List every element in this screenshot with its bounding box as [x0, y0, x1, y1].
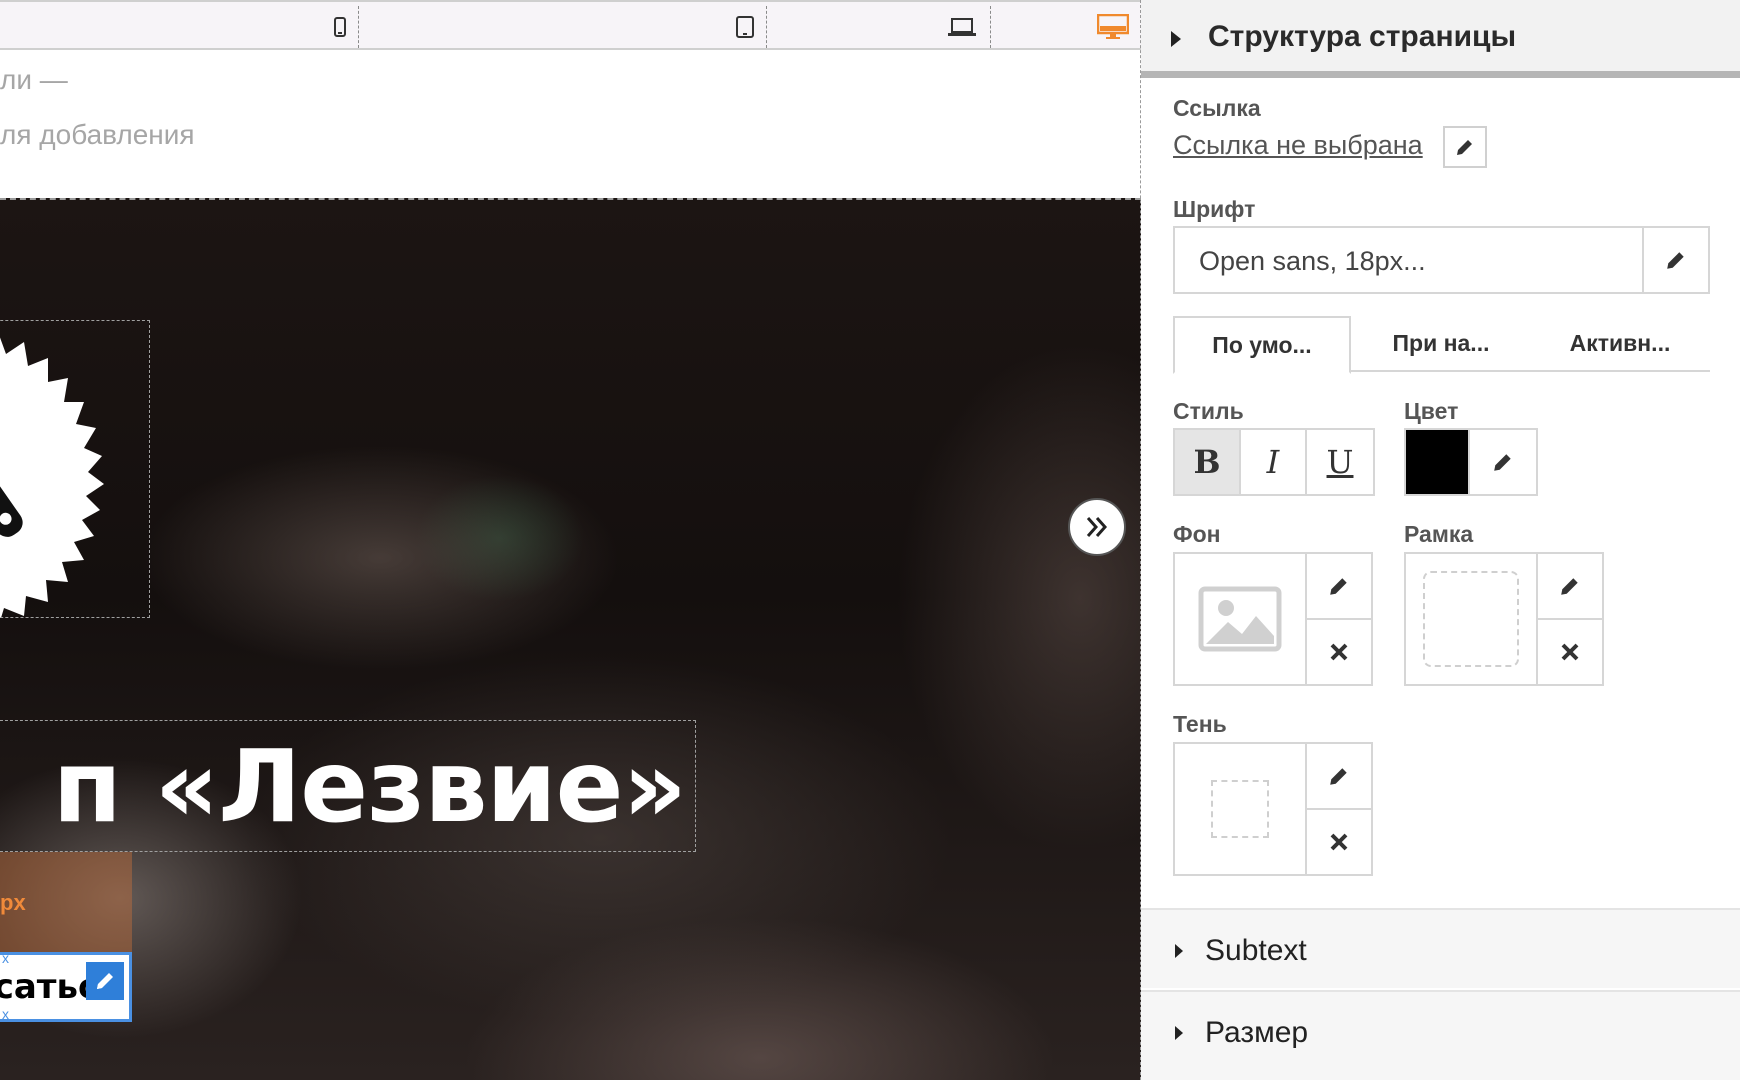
color-edit-button[interactable] [1470, 430, 1536, 494]
underline-button[interactable]: U [1307, 430, 1373, 494]
shadow-actions [1307, 744, 1371, 874]
caret-right-icon [1175, 944, 1183, 958]
pencil-icon [1330, 768, 1347, 785]
text-block[interactable]: ли — ля добавления [0, 52, 1141, 198]
pencil-icon [1561, 578, 1578, 595]
border-actions [1538, 554, 1602, 684]
background-remove-button[interactable] [1307, 620, 1371, 684]
text-style-group: B I U [1173, 428, 1375, 496]
section-label: Размер [1205, 1016, 1309, 1049]
laptop-icon[interactable] [948, 16, 976, 38]
editor-canvas[interactable]: ли — ля добавления п «Лезвие» px саться … [0, 0, 1141, 1080]
state-tabs: По умо... При на... Активн... [1173, 316, 1710, 374]
color-field [1404, 428, 1538, 496]
font-value: Open sans, 18px... [1199, 246, 1426, 276]
caret-right-icon [1175, 1026, 1183, 1040]
font-edit-button[interactable] [1642, 228, 1708, 292]
image-placeholder-icon [1198, 586, 1282, 652]
background-preview[interactable] [1175, 554, 1307, 684]
bold-button[interactable]: B [1175, 430, 1241, 494]
device-separator [990, 6, 991, 48]
hero-title[interactable]: п «Лезвие» [0, 720, 696, 852]
pencil-icon [97, 973, 113, 989]
device-separator [766, 6, 767, 48]
pencil-icon [1457, 140, 1472, 155]
color-label: Цвет [1404, 398, 1459, 424]
border-preview[interactable] [1406, 554, 1538, 684]
tab-default[interactable]: По умо... [1173, 316, 1351, 374]
background-field [1173, 552, 1373, 686]
font-label: Шрифт [1173, 196, 1256, 222]
device-separator [358, 6, 359, 48]
border-label: Рамка [1404, 521, 1474, 547]
panel-title: Структура страницы [1208, 20, 1517, 53]
edit-button[interactable] [86, 962, 124, 1000]
font-field[interactable]: Open sans, 18px... [1173, 226, 1710, 294]
style-label: Стиль [1173, 398, 1244, 424]
color-swatch[interactable] [1406, 430, 1470, 494]
close-icon [1330, 833, 1348, 851]
hero-section[interactable] [0, 198, 1141, 1080]
shadow-preview[interactable] [1175, 744, 1307, 874]
close-icon [1330, 643, 1348, 661]
faded-text-line: ля добавления [0, 119, 195, 150]
shadow-edit-button[interactable] [1307, 744, 1371, 810]
panel-header[interactable]: Структура страницы [1141, 0, 1740, 78]
section-label: Subtext [1205, 934, 1307, 967]
dashed-square-icon [1211, 780, 1269, 838]
link-label: Ссылка [1173, 95, 1261, 121]
shadow-remove-button[interactable] [1307, 810, 1371, 874]
tab-hover[interactable]: При на... [1361, 316, 1521, 372]
dashed-frame-icon [1423, 571, 1519, 667]
phone-icon[interactable] [326, 16, 354, 38]
faded-text-line: ли — [0, 64, 68, 95]
link-edit-button[interactable] [1443, 126, 1487, 168]
logo-frame [0, 320, 150, 618]
background-label: Фон [1173, 521, 1221, 547]
section-boundary [0, 198, 1141, 200]
next-slide-button[interactable] [1068, 498, 1126, 556]
device-toolbar [0, 0, 1141, 50]
link-value[interactable]: Ссылка не выбрана [1173, 130, 1423, 161]
shadow-label: Тень [1173, 711, 1227, 737]
border-field [1404, 552, 1604, 686]
border-remove-button[interactable] [1538, 620, 1602, 684]
italic-button[interactable]: I [1241, 430, 1307, 494]
double-chevron-right-icon [1086, 517, 1108, 537]
caret-right-icon [1171, 31, 1181, 47]
close-icon [1561, 643, 1579, 661]
properties-panel: Структура страницы Ссылка Ссылка не выбр… [1141, 0, 1740, 1080]
pencil-icon [1667, 252, 1684, 269]
resize-handle[interactable]: x [2, 950, 9, 966]
desktop-icon[interactable] [1096, 14, 1130, 39]
tablet-icon[interactable] [731, 16, 759, 38]
tab-active[interactable]: Активн... [1535, 316, 1705, 372]
resize-handle[interactable]: x [2, 1006, 9, 1022]
pencil-icon [1494, 454, 1511, 471]
background-actions [1307, 554, 1371, 684]
section-size[interactable]: Размер [1141, 990, 1740, 1080]
section-subtext[interactable]: Subtext [1141, 908, 1740, 988]
size-label: px [0, 890, 26, 915]
border-edit-button[interactable] [1538, 554, 1602, 620]
pencil-icon [1330, 578, 1347, 595]
shadow-field [1173, 742, 1373, 876]
background-edit-button[interactable] [1307, 554, 1371, 620]
